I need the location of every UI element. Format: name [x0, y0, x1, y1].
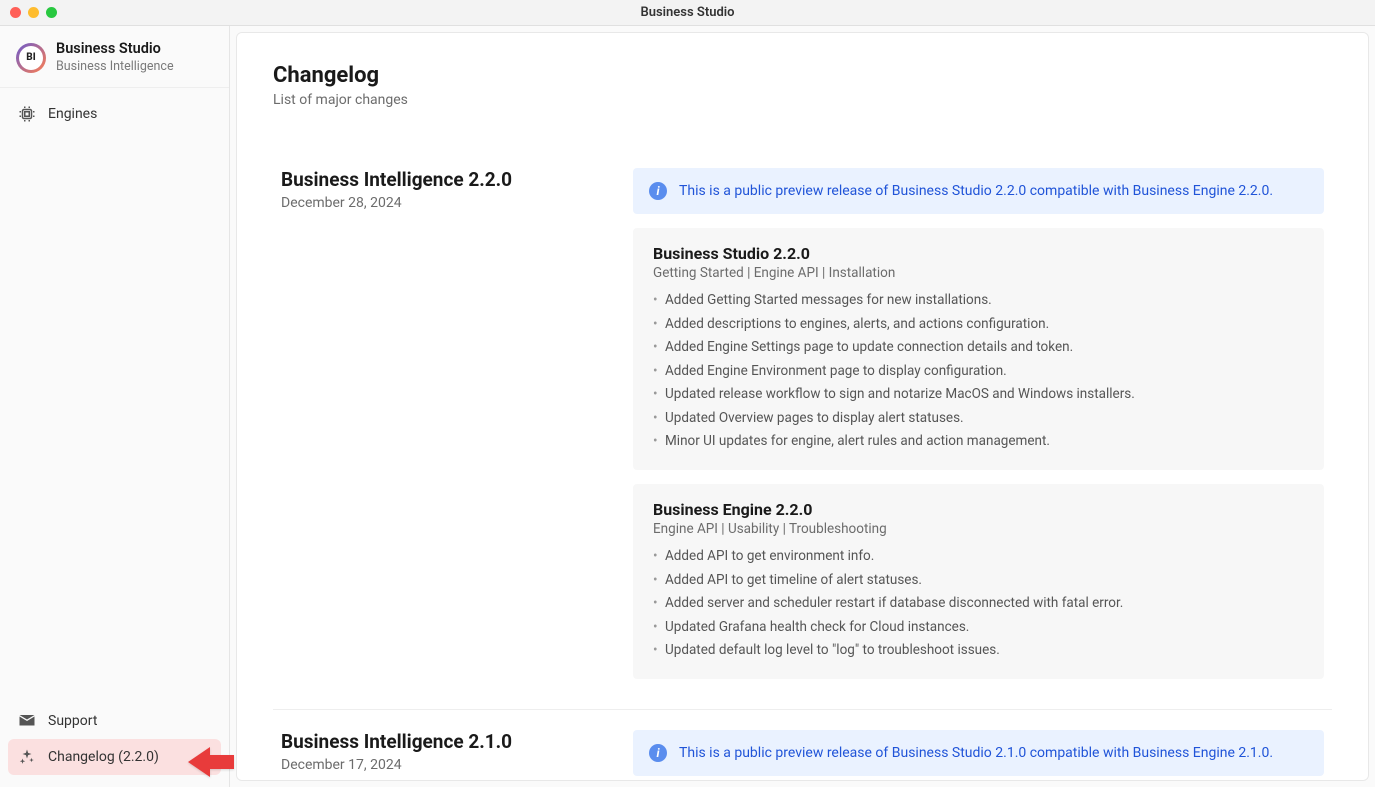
card-header: Business Engine 2.2.0 Engine API | Usabil… — [651, 500, 1306, 537]
info-text: This is a public preview release of Busi… — [679, 745, 1273, 761]
app-window: Business Studio BI Business Studio Busin… — [0, 0, 1375, 787]
page-header: Changelog List of major changes — [273, 63, 1332, 108]
info-callout: i This is a public preview release of Bus… — [633, 168, 1324, 214]
changelog-list: Added Getting Started messages for new i… — [651, 289, 1306, 454]
sidebar: BI Business Studio Business Intelligence… — [0, 26, 230, 787]
release-title: Business Intelligence 2.2.0 — [281, 168, 601, 191]
window-title: Business Studio — [640, 5, 734, 20]
release-date: December 17, 2024 — [281, 757, 601, 773]
content-scroll[interactable]: Changelog List of major changes Business… — [236, 32, 1369, 781]
changelog-item: Added server and scheduler restart if da… — [651, 592, 1306, 616]
changelog-item: Added API to get environment info. — [651, 545, 1306, 569]
changelog-item: Updated Overview pages to display alert … — [651, 407, 1306, 431]
release-meta: Business Intelligence 2.2.0 December 28, … — [281, 168, 601, 679]
release-body: i This is a public preview release of Bus… — [633, 730, 1324, 781]
titlebar: Business Studio — [0, 0, 1375, 26]
mail-icon — [18, 712, 36, 730]
close-window-button[interactable] — [10, 7, 21, 18]
app-logo-text: BI — [19, 46, 43, 70]
changelog-item: Updated release workflow to sign and not… — [651, 383, 1306, 407]
changelog-item: Added descriptions to engines, alerts, a… — [651, 313, 1306, 337]
card-title: Business Engine 2.2.0 — [653, 500, 1304, 519]
changelog-item: Added Engine Environment page to display… — [651, 360, 1306, 384]
changelog-item: Added Getting Started messages for new i… — [651, 289, 1306, 313]
changelog-card: Business Studio 2.2.0 Getting Started | E… — [633, 228, 1324, 470]
info-callout: i This is a public preview release of Bus… — [633, 730, 1324, 776]
info-text: This is a public preview release of Busi… — [679, 183, 1273, 199]
changelog-card: Business Engine 2.2.0 Engine API | Usabil… — [633, 484, 1324, 679]
release-section: Business Intelligence 2.1.0 December 17, … — [273, 710, 1332, 781]
sidebar-item-label: Support — [48, 713, 97, 729]
maximize-window-button[interactable] — [46, 7, 57, 18]
minimize-window-button[interactable] — [28, 7, 39, 18]
release-section: Business Intelligence 2.2.0 December 28, … — [273, 148, 1332, 710]
info-icon: i — [649, 744, 667, 762]
sparkle-icon — [18, 748, 36, 766]
changelog-item: Added API to get timeline of alert statu… — [651, 569, 1306, 593]
cpu-icon — [18, 105, 36, 123]
release-title: Business Intelligence 2.1.0 — [281, 730, 601, 753]
release-list: Business Intelligence 2.2.0 December 28, … — [273, 148, 1332, 781]
changelog-item: Updated Grafana health check for Cloud i… — [651, 616, 1306, 640]
sidebar-item-label: Engines — [48, 106, 97, 122]
changelog-item: Minor UI updates for engine, alert rules… — [651, 430, 1306, 454]
window-controls — [10, 7, 57, 18]
sidebar-item-label: Changelog (2.2.0) — [48, 749, 159, 765]
content-wrapper: Changelog List of major changes Business… — [230, 26, 1375, 787]
card-tags: Getting Started | Engine API | Installat… — [653, 265, 1304, 281]
page-title: Changelog — [273, 63, 1332, 88]
app-name: Business Studio — [56, 40, 174, 59]
changelog-item: Added Engine Settings page to update con… — [651, 336, 1306, 360]
sidebar-item-support[interactable]: Support — [8, 703, 221, 739]
app-subtitle: Business Intelligence — [56, 59, 174, 75]
sidebar-header: BI Business Studio Business Intelligence — [0, 26, 229, 88]
sidebar-item-engines[interactable]: Engines — [8, 96, 221, 132]
sidebar-nav-top: Engines — [0, 88, 229, 697]
annotation-arrow-icon — [188, 747, 234, 781]
changelog-item: Updated default log level to "log" to tr… — [651, 639, 1306, 663]
page-subtitle: List of major changes — [273, 92, 1332, 108]
card-title: Business Studio 2.2.0 — [653, 244, 1304, 263]
card-tags: Engine API | Usability | Troubleshooting — [653, 521, 1304, 537]
app-logo-icon: BI — [16, 43, 46, 73]
release-body: i This is a public preview release of Bus… — [633, 168, 1324, 679]
changelog-list: Added API to get environment info.Added … — [651, 545, 1306, 663]
release-date: December 28, 2024 — [281, 195, 601, 211]
card-header: Business Studio 2.2.0 Getting Started | E… — [651, 244, 1306, 281]
info-icon: i — [649, 182, 667, 200]
release-meta: Business Intelligence 2.1.0 December 17, … — [281, 730, 601, 781]
